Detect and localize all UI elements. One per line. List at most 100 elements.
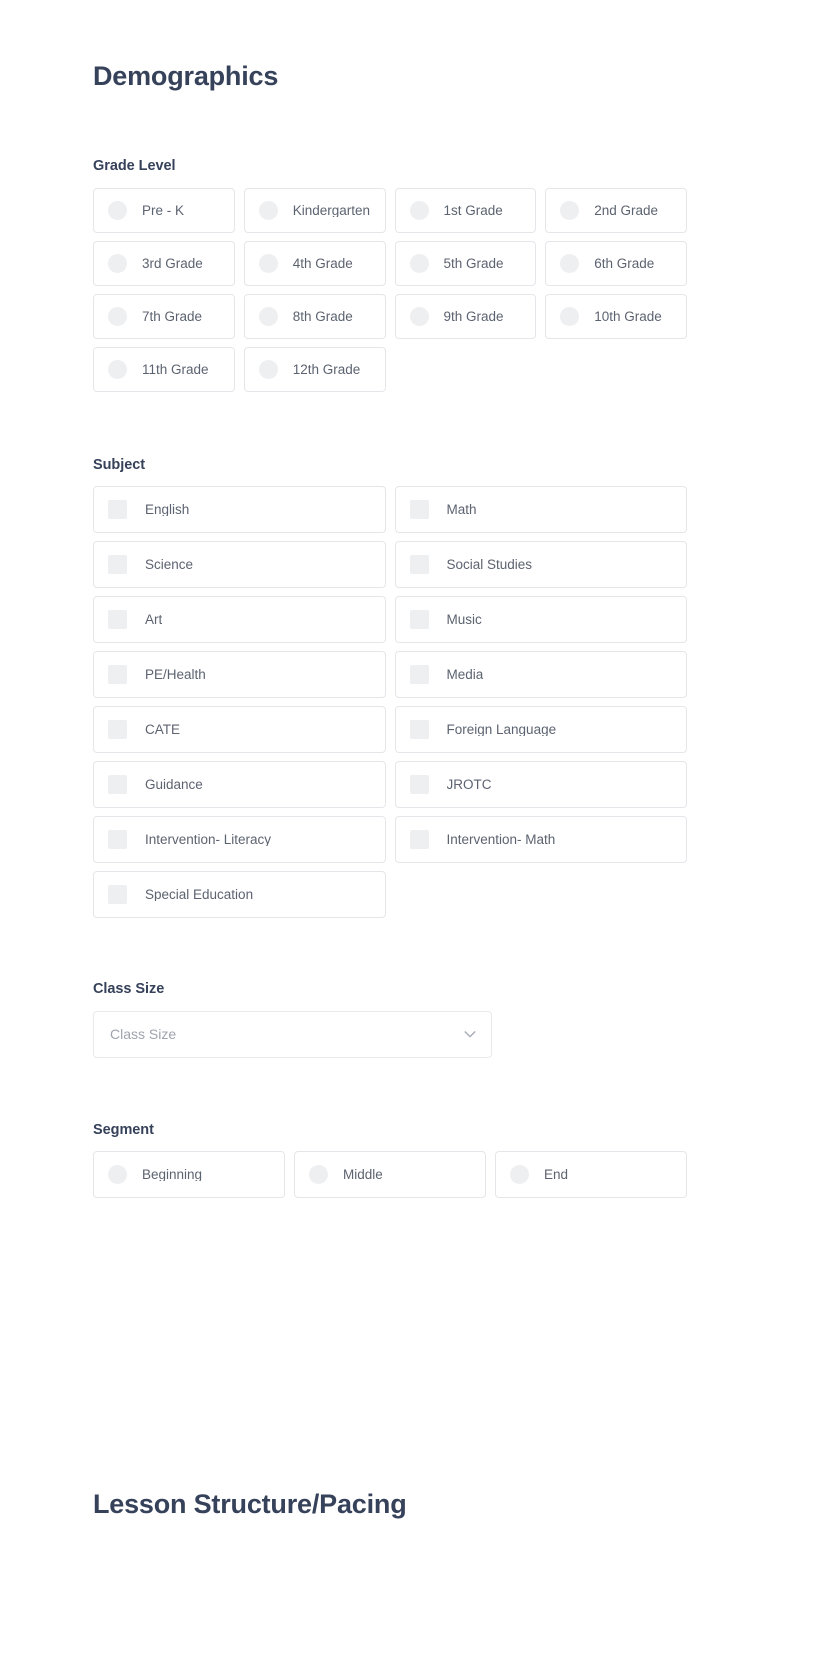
option-label: English (145, 502, 190, 517)
checkbox-icon[interactable] (108, 555, 127, 575)
demographics-form-page: Demographics Grade Level Pre - K Kinderga… (0, 0, 840, 1680)
checkbox-icon[interactable] (108, 665, 127, 685)
chevron-down-icon (463, 1027, 477, 1041)
grade-option-3rd-grade[interactable]: 3rd Grade (93, 240, 235, 286)
segment-label: Segment (93, 1121, 154, 1138)
lesson-structure-title: Lesson Structure/Pacing (93, 1488, 407, 1519)
option-label: Guidance (145, 777, 203, 792)
grade-option-12th-grade[interactable]: 12th Grade (243, 346, 386, 392)
class-size-select-wrap: Class Size (93, 1010, 492, 1058)
class-size-select[interactable]: Class Size (93, 1010, 492, 1058)
grade-option-1st-grade[interactable]: 1st Grade (394, 187, 537, 233)
subject-options: English Math Science Social Studies Art Music… (93, 486, 687, 919)
radio-icon[interactable] (409, 253, 429, 273)
subject-option-english[interactable]: English (93, 486, 386, 534)
option-label: 3rd Grade (142, 256, 203, 271)
radio-icon[interactable] (309, 1164, 328, 1184)
checkbox-icon[interactable] (409, 555, 429, 575)
class-size-field-group: Class Size Class Size (93, 981, 687, 1058)
option-label: Science (145, 557, 194, 572)
subject-label: Subject (93, 456, 146, 473)
checkbox-icon[interactable] (108, 720, 127, 740)
radio-icon[interactable] (560, 253, 580, 273)
segment-option-end[interactable]: End (495, 1150, 687, 1198)
radio-icon[interactable] (258, 359, 278, 379)
option-label: 11th Grade (142, 362, 209, 377)
radio-icon[interactable] (108, 359, 127, 379)
radio-icon[interactable] (510, 1164, 529, 1184)
form-content: Demographics Grade Level Pre - K Kinderga… (93, 0, 687, 1520)
option-label: 5th Grade (443, 256, 504, 271)
subject-option-guidance[interactable]: Guidance (93, 761, 386, 809)
checkbox-icon[interactable] (108, 500, 127, 520)
subject-option-special-education[interactable]: Special Education (93, 871, 386, 919)
option-label: Intervention- Literacy (145, 832, 272, 847)
option-label: JROTC (446, 777, 492, 792)
option-label: Music (446, 612, 482, 627)
grade-option-kindergarten[interactable]: Kindergarten (243, 187, 386, 233)
page-title: Demographics (93, 61, 279, 91)
option-label: Math (446, 502, 477, 517)
subject-option-media[interactable]: Media (394, 651, 687, 699)
checkbox-icon[interactable] (108, 885, 127, 905)
radio-icon[interactable] (108, 200, 127, 220)
grade-option-8th-grade[interactable]: 8th Grade (243, 293, 386, 339)
grade-option-9th-grade[interactable]: 9th Grade (394, 293, 537, 339)
subject-option-intervention-math[interactable]: Intervention- Math (394, 816, 687, 864)
radio-icon[interactable] (560, 200, 580, 220)
segment-option-middle[interactable]: Middle (294, 1150, 486, 1198)
option-label: Kindergarten (292, 203, 371, 218)
checkbox-icon[interactable] (409, 830, 429, 850)
radio-icon[interactable] (409, 200, 429, 220)
option-label: 10th Grade (594, 309, 662, 324)
option-label: Pre - K (142, 203, 185, 218)
checkbox-icon[interactable] (409, 775, 429, 795)
checkbox-icon[interactable] (409, 610, 429, 630)
checkbox-icon[interactable] (108, 830, 127, 850)
subject-option-foreign-language[interactable]: Foreign Language (394, 706, 687, 754)
option-label: Middle (343, 1167, 383, 1182)
radio-icon[interactable] (258, 306, 278, 326)
grade-option-pre-k[interactable]: Pre - K (93, 187, 235, 233)
radio-icon[interactable] (108, 1164, 127, 1184)
subject-option-jrotc[interactable]: JROTC (394, 761, 687, 809)
grade-option-2nd-grade[interactable]: 2nd Grade (545, 187, 687, 233)
grade-option-4th-grade[interactable]: 4th Grade (243, 240, 386, 286)
radio-icon[interactable] (108, 306, 127, 326)
grade-option-7th-grade[interactable]: 7th Grade (93, 293, 235, 339)
segment-option-beginning[interactable]: Beginning (93, 1150, 285, 1198)
checkbox-icon[interactable] (409, 665, 429, 685)
option-label: End (544, 1167, 569, 1182)
subject-option-music[interactable]: Music (394, 596, 687, 644)
subject-option-intervention-literacy[interactable]: Intervention- Literacy (93, 816, 386, 864)
grade-option-11th-grade[interactable]: 11th Grade (93, 346, 235, 392)
checkbox-icon[interactable] (409, 500, 429, 520)
segment-field-group: Segment Beginning Middle End (93, 1122, 687, 1198)
subject-option-art[interactable]: Art (93, 596, 386, 644)
subject-option-science[interactable]: Science (93, 541, 386, 589)
grade-option-6th-grade[interactable]: 6th Grade (545, 240, 687, 286)
checkbox-icon[interactable] (108, 610, 127, 630)
option-label: 7th Grade (142, 309, 203, 324)
grade-level-label: Grade Level (93, 158, 176, 175)
radio-icon[interactable] (560, 306, 580, 326)
radio-icon[interactable] (258, 200, 278, 220)
option-label: Art (145, 612, 163, 627)
option-label: 1st Grade (443, 203, 503, 218)
option-label: 6th Grade (594, 256, 655, 271)
grade-option-5th-grade[interactable]: 5th Grade (394, 240, 537, 286)
option-label: 4th Grade (292, 256, 353, 271)
subject-option-cate[interactable]: CATE (93, 706, 386, 754)
subject-option-pe-health[interactable]: PE/Health (93, 651, 386, 699)
option-label: PE/Health (145, 667, 206, 682)
grade-option-10th-grade[interactable]: 10th Grade (545, 293, 687, 339)
checkbox-icon[interactable] (108, 775, 127, 795)
subject-field-group: Subject English Math Science Social Studies… (93, 456, 687, 919)
subject-option-math[interactable]: Math (394, 486, 687, 534)
checkbox-icon[interactable] (409, 720, 429, 740)
subject-option-social-studies[interactable]: Social Studies (394, 541, 687, 589)
radio-icon[interactable] (108, 253, 127, 273)
class-size-placeholder: Class Size (110, 1026, 177, 1043)
radio-icon[interactable] (258, 253, 278, 273)
radio-icon[interactable] (409, 306, 429, 326)
